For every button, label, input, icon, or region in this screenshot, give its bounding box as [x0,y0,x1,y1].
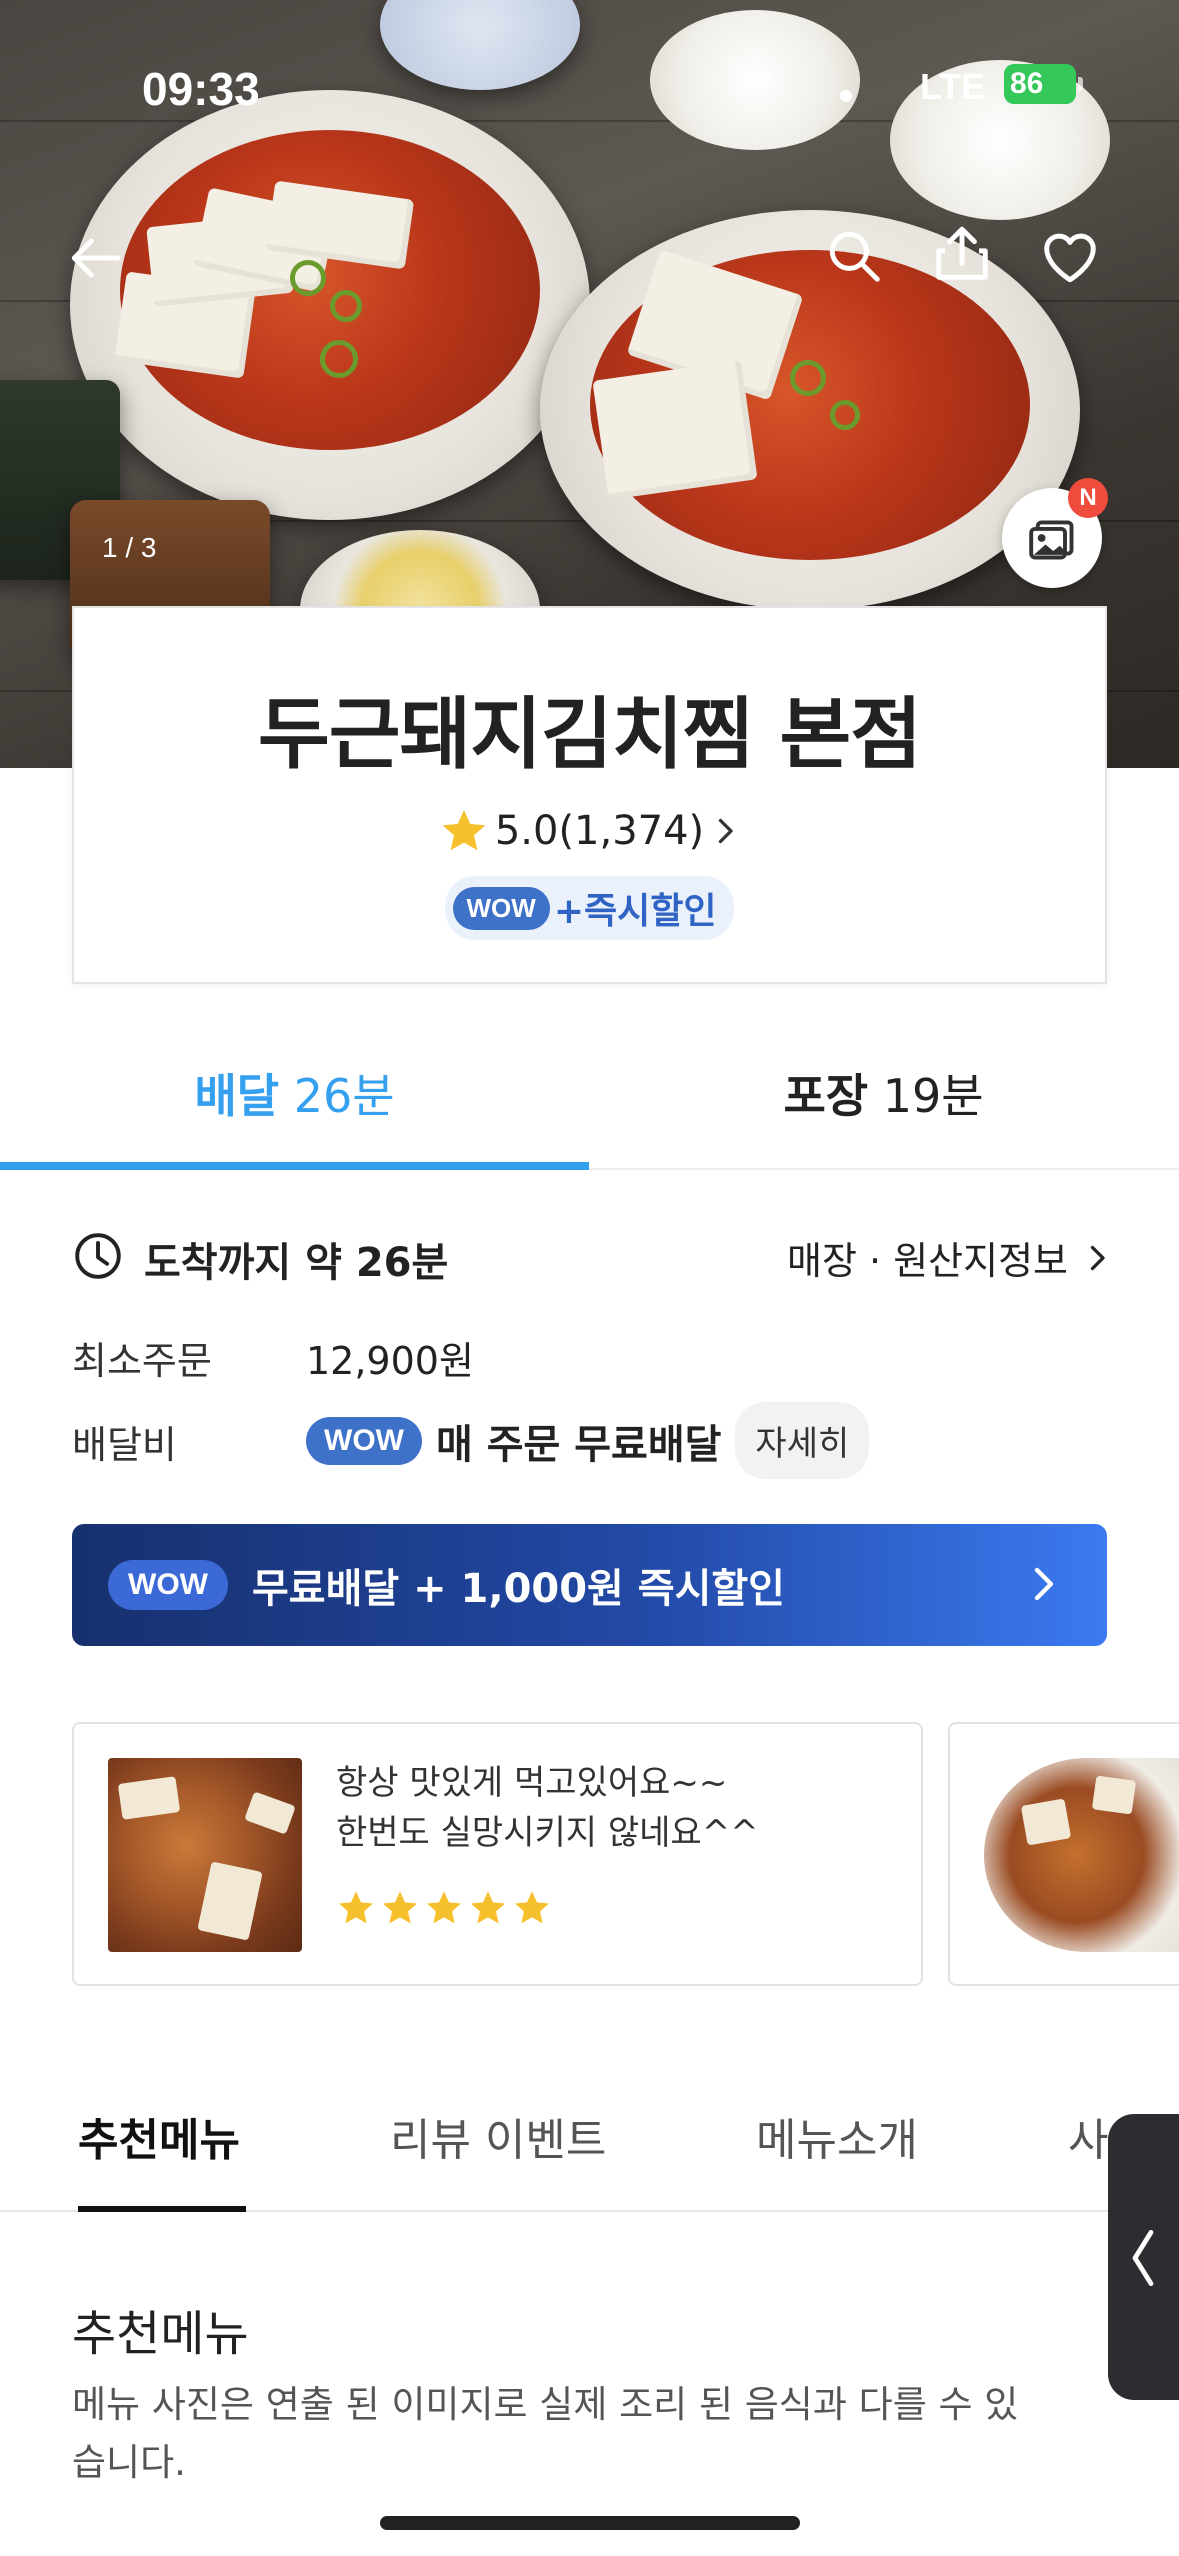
review-card[interactable] [948,1722,1179,1986]
search-button[interactable] [818,220,890,292]
eta-text: 도착까지 약 26분 [144,1240,449,1286]
review-line: 항상 맛있게 먹고있어요~~ [336,1763,728,1803]
wow-promo-pill: WOW +즉시할인 [444,876,735,940]
order-mode-tabs: 배달 26분 포장 19분 [0,1020,1179,1170]
rating-link[interactable]: 5.0(1,374) [74,806,1105,856]
status-bar: 09:33 LTE 86 [0,62,1179,115]
search-icon [829,231,880,282]
eta-row: 도착까지 약 26분 매장 · 원산지정보 [72,1228,1112,1286]
star-icon [515,1891,549,1924]
new-badge: N [1068,478,1108,518]
review-photo [108,1758,302,1952]
section-title: 추천메뉴 [72,2306,249,2362]
delivery-fee-label: 배달비 [72,1423,177,1467]
wow-promo-banner[interactable]: WOW 무료배달 + 1,000원 즉시할인 [72,1524,1107,1646]
wow-badge: WOW [452,886,550,930]
image-page-indicator: 1 / 3 [102,532,157,563]
chevron-left-icon [1132,2230,1154,2286]
store-info-card: 두근돼지김치찜 본점 5.0(1,374) WOW +즉시할인 [72,606,1107,984]
back-arrow-icon [71,238,121,278]
delivery-fee-text: 매 주문 무료배달 [435,1421,722,1468]
status-time: 09:33 [142,63,260,115]
star-icon [383,1891,417,1924]
favorite-button[interactable] [1034,222,1106,294]
back-button[interactable] [60,222,132,294]
star-icon [442,810,486,851]
review-stars [336,1888,552,1928]
active-tab-indicator [78,2206,246,2212]
tab-delivery[interactable]: 배달 26분 [0,1060,589,1126]
share-icon [936,226,988,280]
origin-link-label: 매장 · 원산지정보 [787,1239,1068,1283]
menu-category-tabs: 추천메뉴 리뷰 이벤트 메뉴소개 사이 [0,2076,1179,2212]
tab-delivery-label: 배달 [194,1069,280,1123]
review-card[interactable]: 항상 맛있게 먹고있어요~~ 한번도 실망시키지 않네요^^ [72,1722,923,1986]
star-icon [471,1891,505,1924]
chevron-right-icon [1090,1245,1105,1270]
chevron-right-icon [719,818,733,844]
photo-gallery-button[interactable]: N [1002,478,1108,588]
tab-review-event[interactable]: 리뷰 이벤트 [390,2104,606,2168]
min-order-value: 12,900원 [306,1339,474,1383]
tab-pickup[interactable]: 포장 19분 [589,1060,1178,1126]
promo-text: +즉시할인 [553,891,717,932]
gallery-icon [1029,520,1074,560]
active-tab-indicator [0,1162,589,1170]
rating-value: 5.0(1,374) [494,808,705,854]
tab-pickup-time: 19분 [882,1069,984,1123]
scallion [790,360,826,396]
side-panel-handle[interactable] [1108,2114,1179,2400]
scallion [290,260,326,296]
battery-indicator: 86 [1004,64,1083,104]
share-button[interactable] [926,218,998,290]
wow-banner-text: 무료배달 + 1,000원 즉시할인 [251,1566,785,1612]
section-description: 메뉴 사진은 연출 된 이미지로 실제 조리 된 음식과 다를 수 있습니다. [72,2383,1019,2484]
network-label: LTE [920,66,986,107]
review-photo [984,1758,1179,1952]
details-button[interactable]: 자세히 [735,1402,870,1479]
star-icon [339,1891,373,1924]
tab-recommended[interactable]: 추천메뉴 [78,2104,240,2168]
heart-icon [1044,233,1096,283]
scallion [830,400,860,430]
review-text: 항상 맛있게 먹고있어요~~ 한번도 실망시키지 않네요^^ [336,1758,759,1858]
star-icon [427,1891,461,1924]
tab-pickup-label: 포장 [783,1069,869,1123]
delivery-fee-row: WOW 매 주문 무료배달 자세히 [306,1402,870,1479]
tab-delivery-time: 26분 [293,1069,395,1123]
home-indicator[interactable] [380,2516,800,2530]
tofu [592,360,758,500]
min-order-label: 최소주문 [72,1339,212,1383]
scallion [320,340,358,378]
store-name: 두근돼지김치찜 본점 [258,690,922,780]
clock-icon [75,1233,121,1279]
tab-menu-intro[interactable]: 메뉴소개 [756,2104,918,2168]
chevron-right-icon [1034,1567,1054,1601]
scallion [330,290,362,322]
wow-badge: WOW [108,1560,228,1610]
store-origin-info-link[interactable]: 매장 · 원산지정보 [787,1230,1112,1285]
review-line: 한번도 실망시키지 않네요^^ [336,1813,759,1853]
wow-badge: WOW [306,1416,422,1465]
signal-dot [840,90,852,102]
